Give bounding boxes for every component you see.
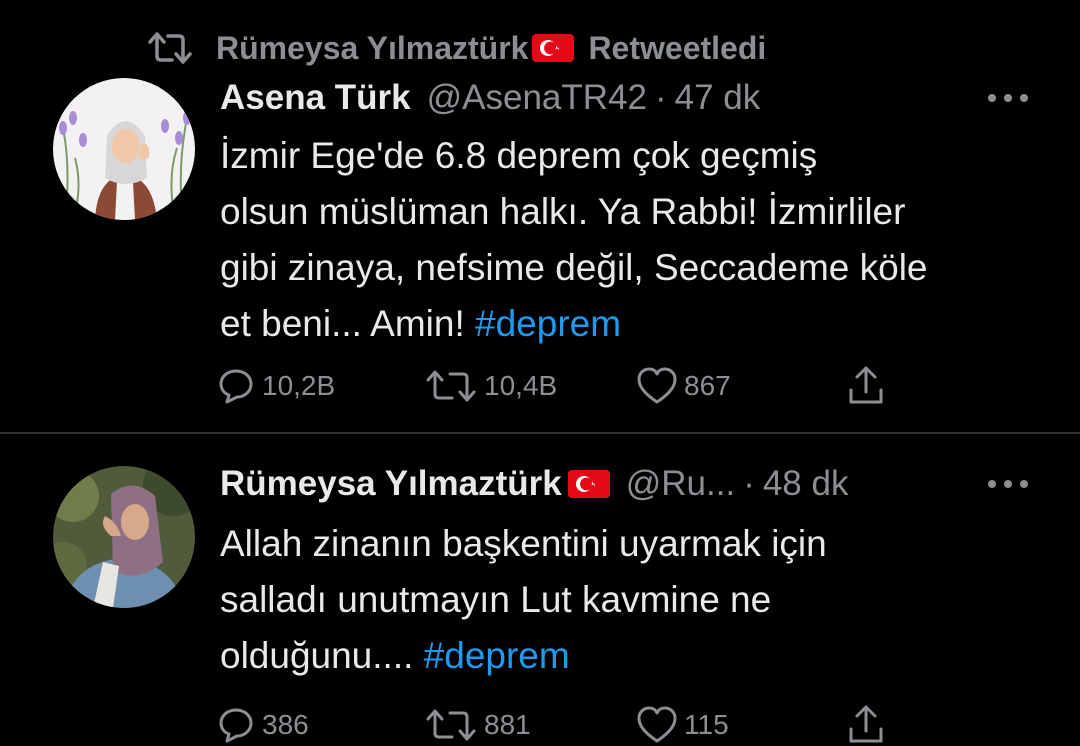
like-icon (637, 706, 677, 743)
like-button[interactable]: 115 (636, 700, 729, 746)
turkish-flag-icon (532, 34, 575, 62)
tweet[interactable]: Rümeysa Yılmaztürk @Ru... · 48 dk Allah … (0, 434, 1080, 746)
more-icon[interactable] (988, 92, 1028, 104)
share-button[interactable] (846, 361, 886, 411)
timeline: Rümeysa Yılmaztürk Retweetledi Asena Tür… (0, 0, 1080, 746)
more-icon[interactable] (988, 478, 1028, 490)
retweet-count: 881 (484, 709, 531, 740)
like-count: 115 (684, 709, 729, 740)
turkish-flag-icon (567, 470, 610, 498)
reply-button[interactable]: 10,2B (216, 361, 335, 411)
tweet-text: İzmir Ege'de 6.8 deprem çok geçmiş olsun… (220, 128, 1030, 352)
separator: · (743, 464, 755, 503)
retweet-banner: Rümeysa Yılmaztürk Retweetledi (146, 28, 766, 68)
retweet-icon (426, 709, 476, 741)
retweet-icon (148, 32, 192, 64)
retweet-button[interactable]: 881 (424, 700, 531, 746)
timestamp[interactable]: 47 dk (675, 78, 761, 118)
retweet-count: 10,4B (484, 370, 558, 401)
reply-icon (219, 369, 253, 404)
like-count: 867 (684, 370, 731, 401)
like-button[interactable]: 867 (636, 361, 731, 411)
hashtag-link[interactable]: #deprem (475, 303, 621, 344)
display-name[interactable]: Asena Türk (220, 78, 411, 118)
tweet-header: Asena Türk @AsenaTR42 · 47 dk (220, 76, 760, 120)
like-icon (637, 367, 677, 404)
reply-count: 10,2B (262, 370, 336, 401)
retweeter-name[interactable]: Rümeysa Yılmaztürk (216, 30, 528, 67)
share-button[interactable] (846, 700, 886, 746)
share-icon (849, 705, 883, 743)
avatar[interactable] (53, 78, 195, 220)
avatar[interactable] (53, 466, 195, 608)
reply-button[interactable]: 386 (216, 700, 309, 746)
share-icon (849, 366, 883, 404)
display-name[interactable]: Rümeysa Yılmaztürk (220, 464, 562, 504)
action-bar: 386 881 115 (216, 700, 916, 746)
action-bar: 10,2B 10,4B 867 (216, 361, 916, 411)
reply-icon (219, 708, 253, 743)
tweet-header: Rümeysa Yılmaztürk @Ru... · 48 dk (220, 462, 848, 506)
retweet-icon (426, 370, 476, 402)
handle[interactable]: @Ru... (626, 464, 735, 504)
hashtag-link[interactable]: #deprem (424, 635, 570, 676)
handle[interactable]: @AsenaTR42 (427, 78, 647, 118)
retweet-label: Retweetledi (588, 29, 767, 66)
tweet-text: Allah zinanın başkentini uyarmak için sa… (220, 516, 1030, 684)
tweet[interactable]: Rümeysa Yılmaztürk Retweetledi Asena Tür… (0, 0, 1080, 432)
reply-count: 386 (262, 709, 309, 740)
timestamp[interactable]: 48 dk (763, 464, 849, 504)
separator: · (654, 78, 667, 117)
retweet-button[interactable]: 10,4B (424, 361, 557, 411)
